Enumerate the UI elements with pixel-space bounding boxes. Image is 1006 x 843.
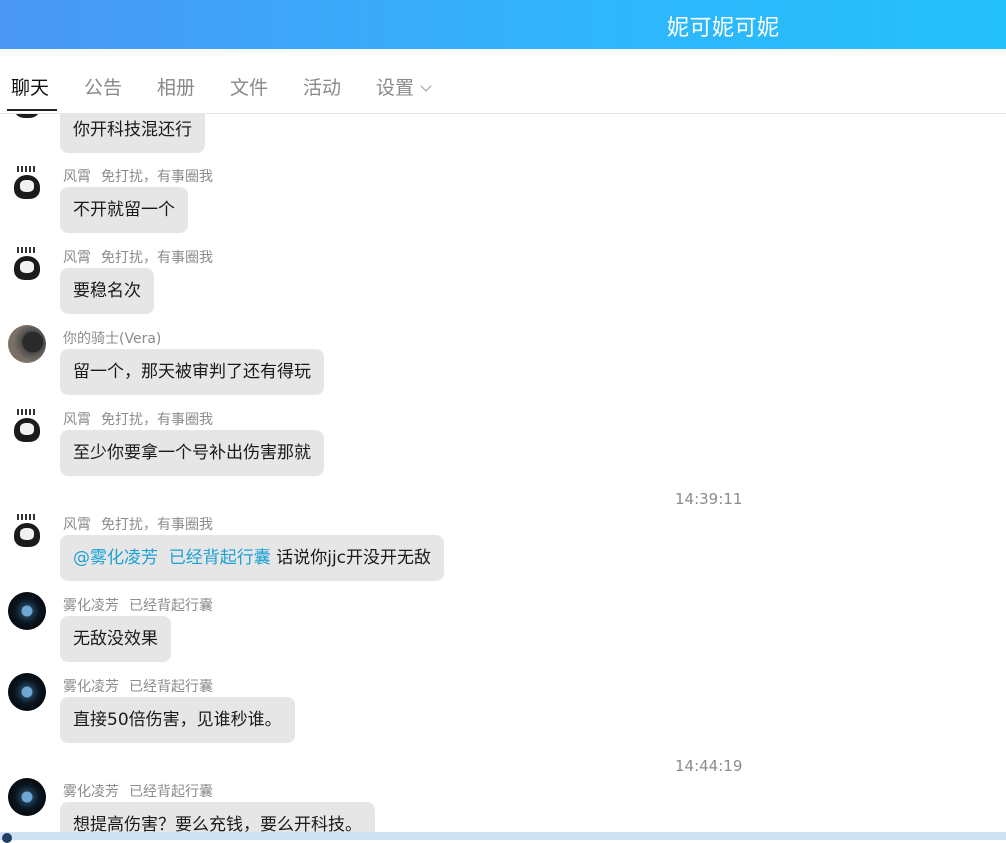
tab-settings[interactable]: 设置 xyxy=(376,73,432,100)
message-bubble: 无敌没效果 xyxy=(60,616,171,662)
message-bubble: 想提高伤害？要么充钱，要么开科技。 xyxy=(60,802,375,832)
earth-avatar[interactable] xyxy=(8,592,46,630)
message-bubble: 你开科技混还行 xyxy=(60,114,205,153)
tab-activities[interactable]: 活动 xyxy=(303,73,341,100)
sender-name[interactable]: 雾化凌芳 xyxy=(63,598,119,614)
sender-title: 免打扰，有事圈我 xyxy=(101,169,213,185)
message-bubble: @雾化凌芳 已经背起行囊 话说你jjc开没开无敌 xyxy=(60,535,445,581)
earth-avatar[interactable] xyxy=(8,673,46,711)
input-toolbar-icon[interactable] xyxy=(2,833,12,843)
tab-album[interactable]: 相册 xyxy=(157,73,195,100)
sender-name[interactable]: 风霄 xyxy=(63,169,91,185)
input-area-edge xyxy=(0,832,1006,840)
sender-name[interactable]: 风霄 xyxy=(63,517,91,533)
group-title: 妮可妮可妮 xyxy=(667,16,780,41)
sender-title: 免打扰，有事圈我 xyxy=(101,412,213,428)
sender-info: 你的骑士(Vera) xyxy=(63,328,161,348)
chevron-down-icon xyxy=(420,80,432,92)
sender-title: 免打扰，有事圈我 xyxy=(101,517,213,533)
tab-announcements[interactable]: 公告 xyxy=(84,73,122,100)
skull-avatar[interactable] xyxy=(8,163,46,201)
mention-link[interactable]: @雾化凌芳 已经背起行囊 xyxy=(73,548,271,568)
sender-info: 雾化凌芳 已经背起行囊 xyxy=(63,595,213,615)
sender-title: 免打扰，有事圈我 xyxy=(101,250,213,266)
sender-name[interactable]: 风霄 xyxy=(63,250,91,266)
skull-avatar[interactable] xyxy=(8,406,46,444)
message-text: 话说你jjc开没开无敌 xyxy=(276,548,432,568)
message-bubble: 直接50倍伤害，见谁秒谁。 xyxy=(60,697,295,743)
message-bubble: 不开就留一个 xyxy=(60,187,188,233)
sender-info: 风霄 免打扰，有事圈我 xyxy=(63,409,213,429)
earth-avatar[interactable] xyxy=(8,778,46,816)
message-bubble: 要稳名次 xyxy=(60,268,154,314)
message-bubble: 至少你要拿一个号补出伤害那就 xyxy=(60,430,324,476)
portrait-avatar[interactable] xyxy=(8,325,46,363)
sender-title: 已经背起行囊 xyxy=(129,679,213,695)
tab-bar: 聊天 公告 相册 文件 活动 设置 xyxy=(0,49,1006,114)
active-tab-indicator xyxy=(7,109,57,111)
sender-title: 已经背起行囊 xyxy=(129,784,213,800)
skull-avatar[interactable] xyxy=(8,511,46,549)
sender-info: 风霄 免打扰，有事圈我 xyxy=(63,514,213,534)
app-header: 妮可妮可妮 xyxy=(0,0,1006,49)
tab-settings-label: 设置 xyxy=(376,77,415,99)
tab-files[interactable]: 文件 xyxy=(230,73,268,100)
message-bubble: 留一个，那天被审判了还有得玩 xyxy=(60,349,324,395)
skull-avatar[interactable] xyxy=(8,114,46,120)
chat-message-list[interactable]: 你开科技混还行 风霄 免打扰，有事圈我 不开就留一个 风霄 免打扰，有事圈我 要稳名… xyxy=(0,114,1006,832)
skull-avatar[interactable] xyxy=(8,244,46,282)
sender-name[interactable]: 雾化凌芳 xyxy=(63,784,119,800)
message-timestamp: 14:44:19 xyxy=(675,757,743,775)
sender-name[interactable]: 你的骑士(Vera) xyxy=(63,331,161,347)
sender-name[interactable]: 雾化凌芳 xyxy=(63,679,119,695)
tab-chat[interactable]: 聊天 xyxy=(11,73,49,100)
sender-info: 雾化凌芳 已经背起行囊 xyxy=(63,676,213,696)
sender-title: 已经背起行囊 xyxy=(129,598,213,614)
message-timestamp: 14:39:11 xyxy=(675,490,743,508)
sender-info: 风霄 免打扰，有事圈我 xyxy=(63,166,213,186)
sender-name[interactable]: 风霄 xyxy=(63,412,91,428)
sender-info: 雾化凌芳 已经背起行囊 xyxy=(63,781,213,801)
sender-info: 风霄 免打扰，有事圈我 xyxy=(63,247,213,267)
